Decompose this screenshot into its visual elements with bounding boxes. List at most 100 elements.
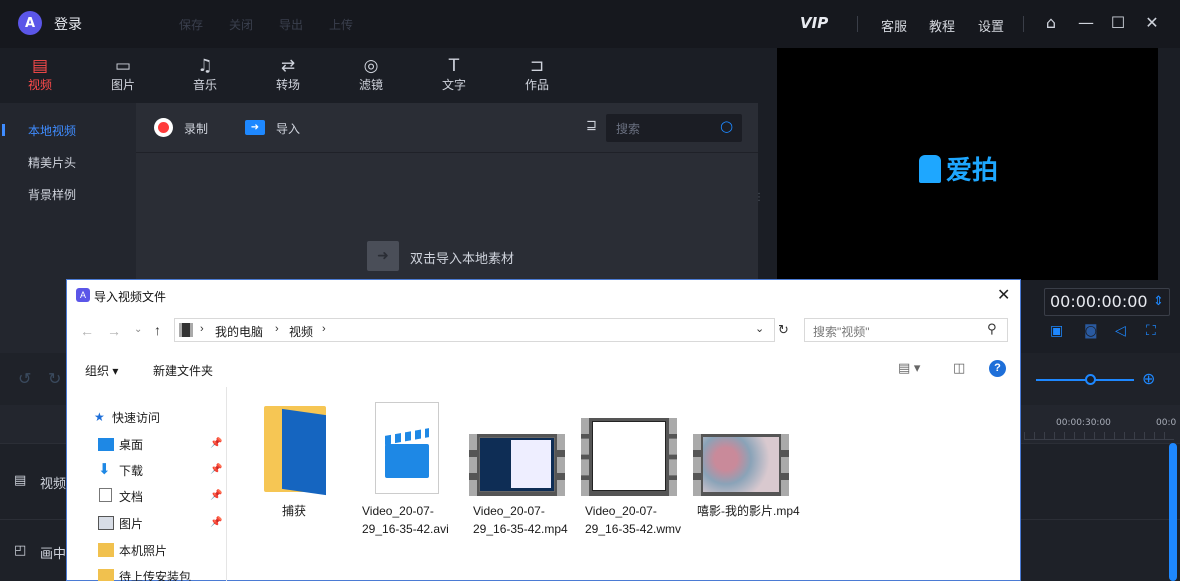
fullscreen-icon[interactable]: ⛶ [1146,323,1156,339]
track-label: 画中 [40,547,67,562]
nav-documents[interactable]: 文档 [119,488,143,505]
up-icon[interactable]: ↑ [154,322,161,338]
breadcrumb-item[interactable]: 视频 [289,323,313,340]
nav-pending-packages[interactable]: 待上传安装包 [119,568,191,581]
zoom-slider-thumb[interactable] [1085,374,1096,385]
tool-label: 文字 [441,78,466,92]
search-icon[interactable]: ⚲ [987,321,997,337]
close-icon[interactable]: ✕ [1141,12,1163,34]
nav-intros[interactable]: 精美片头 [28,154,76,171]
login-link[interactable]: 登录 [54,14,82,34]
tool-text[interactable]: T 文字 [434,56,474,93]
tool-transition[interactable]: ⇄ 转场 [268,56,308,93]
history-dropdown-icon[interactable]: ⌄ [134,324,142,335]
upload-menu[interactable]: 上传 [329,16,353,33]
import-button[interactable]: 导入 [276,120,300,137]
transition-icon: ⇄ [280,56,296,76]
back-icon[interactable]: ← [80,323,94,339]
record-icon[interactable] [154,118,173,137]
tool-works[interactable]: ⊐ 作品 [517,56,557,93]
search-placeholder: 搜索"视频" [813,325,870,339]
search-icon[interactable]: ○ [720,117,733,135]
tool-image[interactable]: ▭ 图片 [103,56,143,93]
snapshot-icon[interactable]: ▣ [1050,323,1063,339]
nav-local-video[interactable]: 本地视频 [28,122,76,139]
star-icon: ★ [94,410,105,424]
save-menu[interactable]: 保存 [179,16,203,33]
library-search-input[interactable]: 搜索 ○ [606,114,742,142]
pip-icon: ◰ [14,543,27,558]
settings-link[interactable]: 设置 [978,16,1004,35]
ruler-marks [1024,432,1174,440]
file-name: 捕获 [282,504,307,518]
folder-content-icon [282,408,326,496]
vip-button[interactable]: VIP [800,14,828,32]
nav-quick-access[interactable]: 快速访问 [112,409,160,426]
film-icon: ▤ [14,473,27,488]
sort-icon[interactable]: ⊒ [586,118,597,133]
timecode-field[interactable]: 00:00:00:00 ⇕ [1044,288,1170,316]
stepper-icon[interactable]: ⇕ [1153,289,1164,315]
pin-icon[interactable]: 📌 [210,438,222,449]
address-dropdown-icon[interactable]: ⌄ [755,322,764,335]
tool-label: 视频 [27,78,52,92]
tutorial-link[interactable]: 教程 [929,16,955,35]
folder-icon [98,569,114,581]
maximize-icon[interactable]: ☐ [1107,12,1129,34]
nav-desktop[interactable]: 桌面 [119,436,143,453]
document-icon [99,488,112,502]
tool-label: 转场 [275,78,300,92]
pin-icon[interactable]: 📌 [210,517,222,528]
text-icon: T [448,56,460,76]
export-menu[interactable]: 导出 [279,16,303,33]
empty-hint[interactable]: 双击导入本地素材 [410,248,514,267]
import-video-dialog: A 导入视频文件 ✕ ← → ⌄ ↑ › 我的电脑 › 视频 › ⌄ ↻ 搜索"… [66,279,1021,581]
screen-window-icon [511,440,551,488]
close-menu[interactable]: 关闭 [229,16,253,33]
video-thumbnail-icon [469,434,565,496]
tool-video[interactable]: ▤ 视频 [20,56,60,93]
pin-icon[interactable]: 📌 [210,490,222,501]
forward-icon[interactable]: → [107,323,121,339]
pictures-icon [98,516,114,530]
refresh-icon[interactable]: ↻ [778,322,789,338]
nav-local-photos[interactable]: 本机照片 [119,542,167,559]
home-icon[interactable]: ⌂ [1040,12,1062,34]
dialog-close-icon[interactable]: ✕ [997,285,1010,305]
address-bar[interactable]: › 我的电脑 › 视频 › ⌄ [174,318,775,342]
breadcrumb-item[interactable]: 我的电脑 [215,323,263,340]
folder-search-input[interactable]: 搜索"视频" ⚲ [804,318,1008,342]
nav-downloads[interactable]: 下载 [119,462,143,479]
divider [1023,16,1024,32]
app-logo-icon[interactable]: A [18,11,42,35]
video-folder-icon [179,323,193,337]
nav-pictures[interactable]: 图片 [119,515,143,532]
new-folder-button[interactable]: 新建文件夹 [153,362,213,379]
pin-icon[interactable]: 📌 [210,464,222,475]
nav-backgrounds[interactable]: 背景样例 [28,186,76,203]
ruler-tick: 00:00:30:00 [1056,418,1111,428]
zoom-in-icon[interactable]: ⊕ [1142,369,1155,388]
redo-icon[interactable]: ↻ [48,369,61,388]
organize-menu[interactable]: 组织 ▾ [85,362,118,379]
minimize-icon[interactable]: — [1075,12,1097,34]
tool-music[interactable]: ♫ 音乐 [185,56,225,93]
tool-label: 作品 [524,78,549,92]
help-icon[interactable]: ? [989,360,1006,377]
import-icon: ➜ [245,120,265,135]
volume-icon[interactable]: ◁ [1115,323,1126,339]
brand-logo-icon [919,155,941,183]
download-icon: ⬇ [98,461,111,478]
tool-filter[interactable]: ◎ 滤镜 [351,56,391,93]
view-options-icon[interactable]: ▤ ▾ [898,360,920,376]
preview-pane-icon[interactable]: ◫ [953,360,965,376]
camera-icon[interactable]: ◙ [1084,323,1098,339]
timeline-scrollbar[interactable] [1169,443,1177,581]
folder-icon [98,543,114,557]
flowers-preview-icon [703,437,779,492]
record-button[interactable]: 录制 [184,120,208,137]
navigation-pane: ★ 快速访问 桌面 📌 ⬇ 下载 📌 文档 📌 图片 📌 本机照片 待上传安装包 [67,387,227,581]
undo-icon[interactable]: ↺ [18,369,31,388]
drag-handle[interactable]: ⋮ [754,192,764,203]
support-link[interactable]: 客服 [881,16,907,35]
